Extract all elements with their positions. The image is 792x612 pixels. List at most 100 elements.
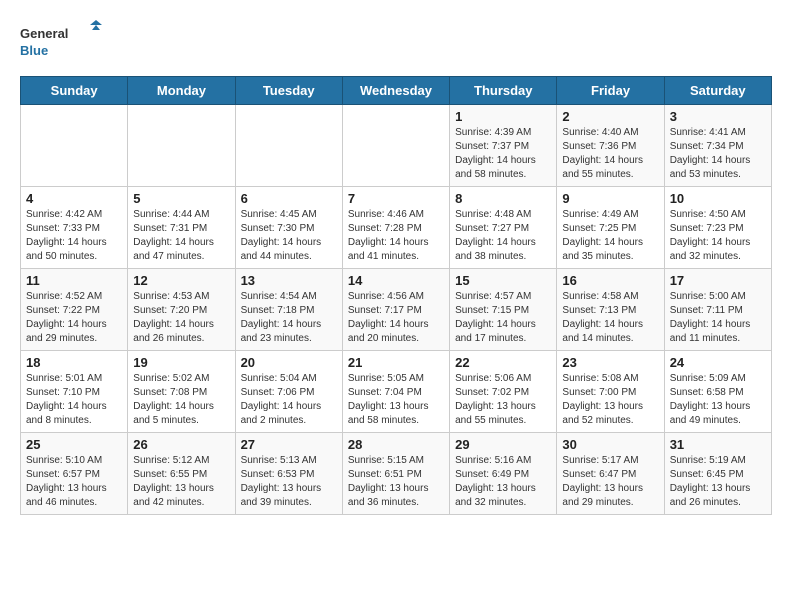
day-number: 30 bbox=[562, 437, 658, 452]
day-info: Sunrise: 5:09 AM Sunset: 6:58 PM Dayligh… bbox=[670, 372, 766, 428]
day-number: 8 bbox=[455, 191, 551, 206]
day-info: Sunrise: 4:39 AM Sunset: 7:37 PM Dayligh… bbox=[455, 126, 551, 182]
day-info: Sunrise: 4:50 AM Sunset: 7:23 PM Dayligh… bbox=[670, 208, 766, 264]
day-cell: 11Sunrise: 4:52 AM Sunset: 7:22 PM Dayli… bbox=[21, 269, 128, 351]
day-info: Sunrise: 5:10 AM Sunset: 6:57 PM Dayligh… bbox=[26, 454, 122, 510]
day-cell: 5 Sunrise: 4:44 AM Sunset: 7:31 PM Daylig… bbox=[128, 187, 235, 269]
day-cell: 23 Sunrise: 5:08 AM Sunset: 7:00 PM Dayli… bbox=[557, 351, 664, 433]
day-info: Sunrise: 4:57 AM Sunset: 7:15 PM Dayligh… bbox=[455, 290, 551, 346]
day-number: 18 bbox=[26, 355, 122, 370]
day-number: 23 bbox=[562, 355, 658, 370]
week-row-2: 4 Sunrise: 4:42 AM Sunset: 7:33 PM Daylig… bbox=[21, 187, 772, 269]
day-cell: 2 Sunrise: 4:40 AM Sunset: 7:36 PM Daylig… bbox=[557, 105, 664, 187]
day-cell: 1 Sunrise: 4:39 AM Sunset: 7:37 PM Daylig… bbox=[450, 105, 557, 187]
day-cell: 22Sunrise: 5:06 AM Sunset: 7:02 PM Dayli… bbox=[450, 351, 557, 433]
week-row-3: 11Sunrise: 4:52 AM Sunset: 7:22 PM Dayli… bbox=[21, 269, 772, 351]
day-info: Sunrise: 4:53 AM Sunset: 7:20 PM Dayligh… bbox=[133, 290, 229, 346]
day-info: Sunrise: 4:44 AM Sunset: 7:31 PM Dayligh… bbox=[133, 208, 229, 264]
svg-text:Blue: Blue bbox=[20, 43, 48, 58]
day-info: Sunrise: 5:00 AM Sunset: 7:11 PM Dayligh… bbox=[670, 290, 766, 346]
day-cell: 15 Sunrise: 4:57 AM Sunset: 7:15 PM Dayli… bbox=[450, 269, 557, 351]
day-info: Sunrise: 4:54 AM Sunset: 7:18 PM Dayligh… bbox=[241, 290, 337, 346]
col-header-tuesday: Tuesday bbox=[235, 77, 342, 105]
day-number: 10 bbox=[670, 191, 766, 206]
day-info: Sunrise: 4:40 AM Sunset: 7:36 PM Dayligh… bbox=[562, 126, 658, 182]
col-header-sunday: Sunday bbox=[21, 77, 128, 105]
day-number: 14 bbox=[348, 273, 444, 288]
day-info: Sunrise: 5:17 AM Sunset: 6:47 PM Dayligh… bbox=[562, 454, 658, 510]
day-cell: 24 Sunrise: 5:09 AM Sunset: 6:58 PM Dayli… bbox=[664, 351, 771, 433]
day-cell bbox=[235, 105, 342, 187]
day-number: 3 bbox=[670, 109, 766, 124]
day-info: Sunrise: 4:45 AM Sunset: 7:30 PM Dayligh… bbox=[241, 208, 337, 264]
day-number: 13 bbox=[241, 273, 337, 288]
day-number: 24 bbox=[670, 355, 766, 370]
day-info: Sunrise: 5:08 AM Sunset: 7:00 PM Dayligh… bbox=[562, 372, 658, 428]
day-cell: 31Sunrise: 5:19 AM Sunset: 6:45 PM Dayli… bbox=[664, 433, 771, 515]
day-number: 12 bbox=[133, 273, 229, 288]
day-number: 6 bbox=[241, 191, 337, 206]
page-header: General Blue bbox=[20, 20, 772, 60]
day-number: 21 bbox=[348, 355, 444, 370]
logo-svg: General Blue bbox=[20, 20, 110, 60]
day-number: 15 bbox=[455, 273, 551, 288]
day-info: Sunrise: 5:01 AM Sunset: 7:10 PM Dayligh… bbox=[26, 372, 122, 428]
day-cell: 28 Sunrise: 5:15 AM Sunset: 6:51 PM Dayli… bbox=[342, 433, 449, 515]
day-cell bbox=[128, 105, 235, 187]
day-number: 29 bbox=[455, 437, 551, 452]
day-cell: 12 Sunrise: 4:53 AM Sunset: 7:20 PM Dayli… bbox=[128, 269, 235, 351]
day-cell: 13 Sunrise: 4:54 AM Sunset: 7:18 PM Dayli… bbox=[235, 269, 342, 351]
day-info: Sunrise: 4:49 AM Sunset: 7:25 PM Dayligh… bbox=[562, 208, 658, 264]
day-cell: 8 Sunrise: 4:48 AM Sunset: 7:27 PM Daylig… bbox=[450, 187, 557, 269]
day-cell: 9Sunrise: 4:49 AM Sunset: 7:25 PM Daylig… bbox=[557, 187, 664, 269]
week-row-5: 25Sunrise: 5:10 AM Sunset: 6:57 PM Dayli… bbox=[21, 433, 772, 515]
day-cell: 4 Sunrise: 4:42 AM Sunset: 7:33 PM Daylig… bbox=[21, 187, 128, 269]
day-number: 11 bbox=[26, 273, 122, 288]
col-header-thursday: Thursday bbox=[450, 77, 557, 105]
day-cell: 6 Sunrise: 4:45 AM Sunset: 7:30 PM Daylig… bbox=[235, 187, 342, 269]
day-info: Sunrise: 5:02 AM Sunset: 7:08 PM Dayligh… bbox=[133, 372, 229, 428]
day-number: 27 bbox=[241, 437, 337, 452]
day-cell: 27Sunrise: 5:13 AM Sunset: 6:53 PM Dayli… bbox=[235, 433, 342, 515]
day-info: Sunrise: 5:12 AM Sunset: 6:55 PM Dayligh… bbox=[133, 454, 229, 510]
day-info: Sunrise: 5:16 AM Sunset: 6:49 PM Dayligh… bbox=[455, 454, 551, 510]
svg-text:General: General bbox=[20, 26, 68, 41]
day-cell: 20 Sunrise: 5:04 AM Sunset: 7:06 PM Dayli… bbox=[235, 351, 342, 433]
day-number: 7 bbox=[348, 191, 444, 206]
day-info: Sunrise: 5:06 AM Sunset: 7:02 PM Dayligh… bbox=[455, 372, 551, 428]
col-header-friday: Friday bbox=[557, 77, 664, 105]
day-info: Sunrise: 5:15 AM Sunset: 6:51 PM Dayligh… bbox=[348, 454, 444, 510]
day-info: Sunrise: 5:04 AM Sunset: 7:06 PM Dayligh… bbox=[241, 372, 337, 428]
day-cell: 21 Sunrise: 5:05 AM Sunset: 7:04 PM Dayli… bbox=[342, 351, 449, 433]
day-number: 1 bbox=[455, 109, 551, 124]
day-number: 19 bbox=[133, 355, 229, 370]
day-cell: 16Sunrise: 4:58 AM Sunset: 7:13 PM Dayli… bbox=[557, 269, 664, 351]
day-number: 2 bbox=[562, 109, 658, 124]
day-info: Sunrise: 5:05 AM Sunset: 7:04 PM Dayligh… bbox=[348, 372, 444, 428]
day-cell: 14Sunrise: 4:56 AM Sunset: 7:17 PM Dayli… bbox=[342, 269, 449, 351]
col-header-wednesday: Wednesday bbox=[342, 77, 449, 105]
day-info: Sunrise: 4:41 AM Sunset: 7:34 PM Dayligh… bbox=[670, 126, 766, 182]
calendar-table: SundayMondayTuesdayWednesdayThursdayFrid… bbox=[20, 76, 772, 515]
day-cell: 26 Sunrise: 5:12 AM Sunset: 6:55 PM Dayli… bbox=[128, 433, 235, 515]
day-info: Sunrise: 4:48 AM Sunset: 7:27 PM Dayligh… bbox=[455, 208, 551, 264]
day-cell bbox=[21, 105, 128, 187]
day-number: 20 bbox=[241, 355, 337, 370]
day-number: 4 bbox=[26, 191, 122, 206]
day-cell: 18 Sunrise: 5:01 AM Sunset: 7:10 PM Dayli… bbox=[21, 351, 128, 433]
logo: General Blue bbox=[20, 20, 110, 60]
day-number: 26 bbox=[133, 437, 229, 452]
day-cell: 29 Sunrise: 5:16 AM Sunset: 6:49 PM Dayli… bbox=[450, 433, 557, 515]
week-row-4: 18 Sunrise: 5:01 AM Sunset: 7:10 PM Dayli… bbox=[21, 351, 772, 433]
day-cell: 19 Sunrise: 5:02 AM Sunset: 7:08 PM Dayli… bbox=[128, 351, 235, 433]
day-info: Sunrise: 4:42 AM Sunset: 7:33 PM Dayligh… bbox=[26, 208, 122, 264]
day-cell: 7Sunrise: 4:46 AM Sunset: 7:28 PM Daylig… bbox=[342, 187, 449, 269]
day-cell bbox=[342, 105, 449, 187]
day-number: 5 bbox=[133, 191, 229, 206]
day-cell: 17Sunrise: 5:00 AM Sunset: 7:11 PM Dayli… bbox=[664, 269, 771, 351]
day-cell: 25Sunrise: 5:10 AM Sunset: 6:57 PM Dayli… bbox=[21, 433, 128, 515]
col-header-saturday: Saturday bbox=[664, 77, 771, 105]
day-number: 16 bbox=[562, 273, 658, 288]
day-number: 31 bbox=[670, 437, 766, 452]
day-number: 28 bbox=[348, 437, 444, 452]
